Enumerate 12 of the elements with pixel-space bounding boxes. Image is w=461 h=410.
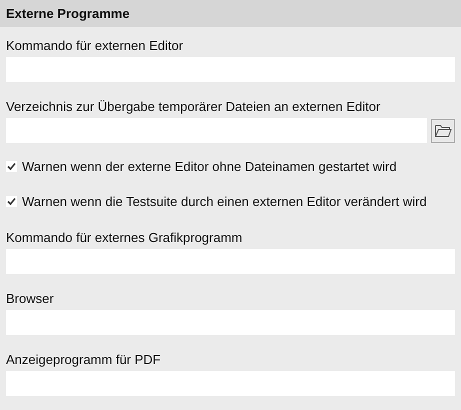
field-label: Kommando für externen Editor [6, 37, 184, 55]
checkbox-label: Warnen wenn die Testsuite durch einen externen Editor verändert wird [22, 194, 427, 208]
checkbox-label: Warnen wenn der externe Editor ohne Dateinamen gestartet wird [22, 158, 397, 174]
section-title: Externe Programme [6, 6, 130, 21]
checkbox[interactable] [6, 160, 17, 172]
field-label: Browser [6, 290, 55, 308]
folder-icon [434, 122, 452, 138]
field-label: Kommando für externes Grafikprogramm [6, 229, 244, 247]
browse-button[interactable] [431, 118, 455, 142]
field-label: Verzeichnis zur Übergabe temporärer Dateien an externen Editor [6, 98, 382, 116]
field-label: Anzeigeprogramm für PDF [6, 351, 162, 369]
checkbox[interactable] [6, 196, 17, 206]
